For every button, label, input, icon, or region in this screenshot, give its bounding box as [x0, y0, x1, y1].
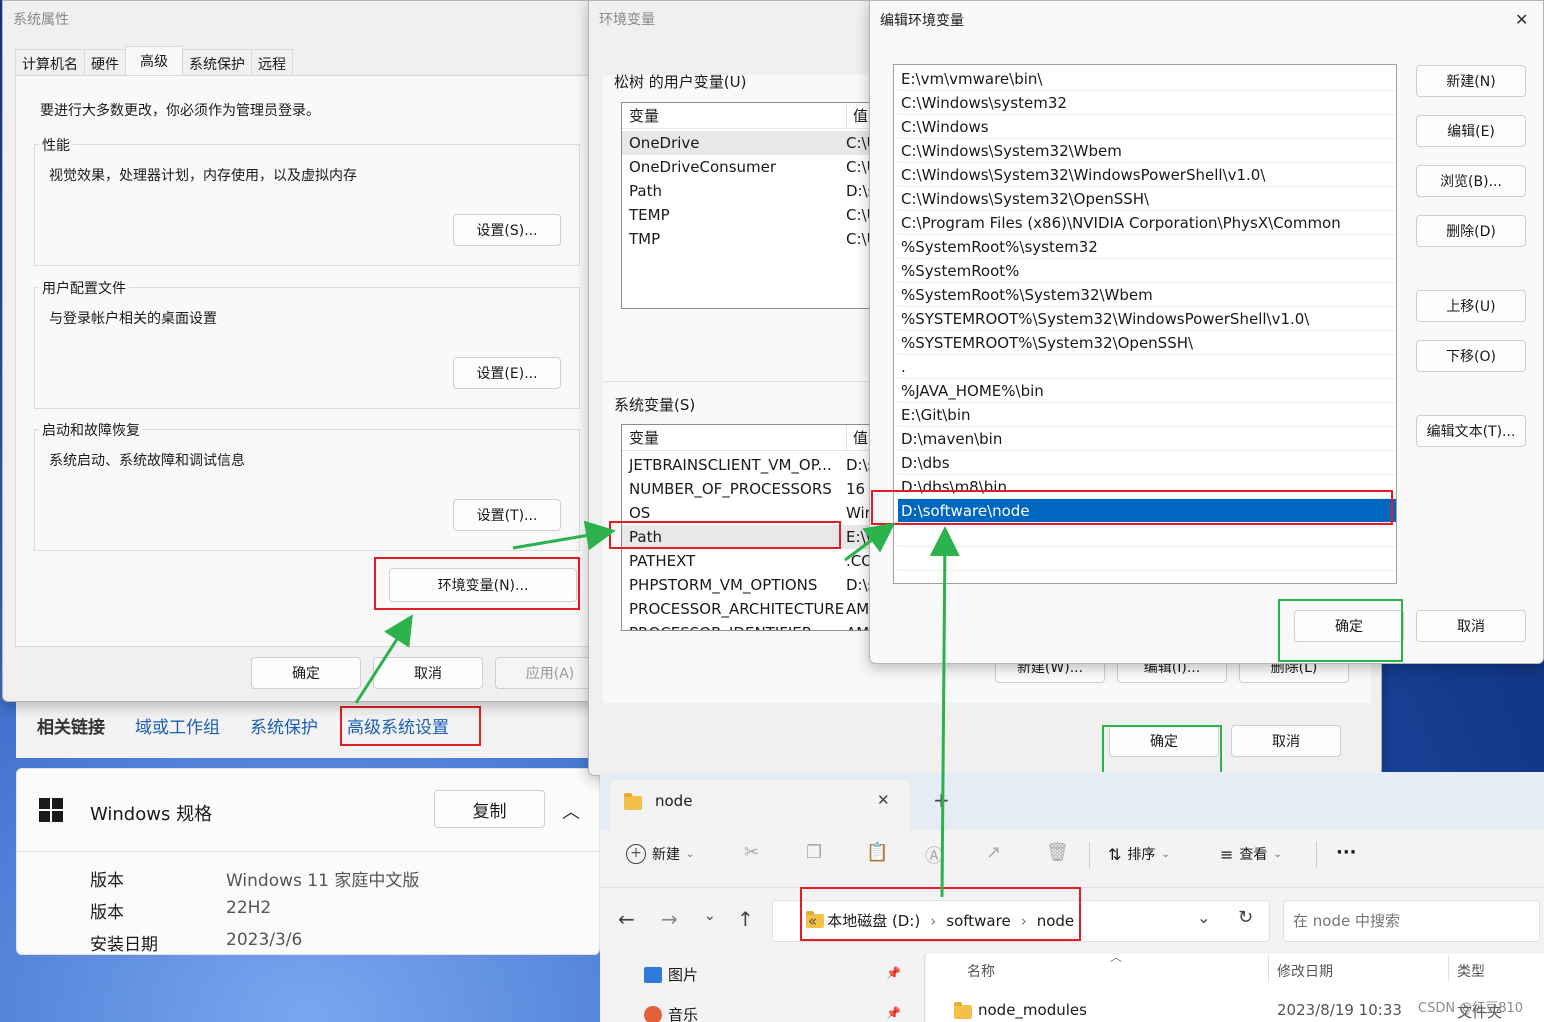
annotation-arrows — [354, 520, 960, 898]
arrow-to-edit-dialog — [844, 522, 896, 562]
arrow-to-path-row — [512, 520, 616, 551]
arrow-address-to-entry — [929, 526, 960, 898]
arrow-to-env-button — [354, 614, 413, 704]
